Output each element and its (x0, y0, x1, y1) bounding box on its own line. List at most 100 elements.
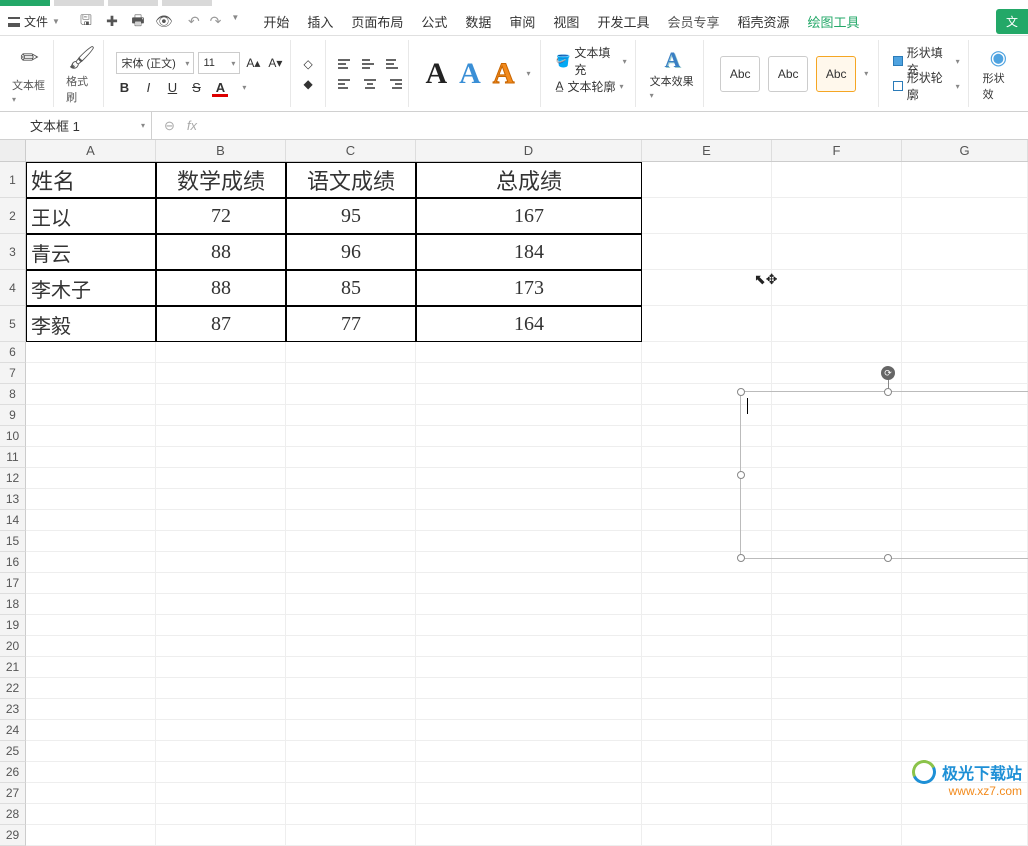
cell[interactable] (26, 489, 156, 510)
cell[interactable] (772, 678, 902, 699)
wordart-style-3[interactable]: A (493, 57, 515, 91)
cell[interactable]: 96 (286, 234, 416, 270)
row-header[interactable]: 12 (0, 468, 26, 489)
cell[interactable] (772, 741, 902, 762)
cell[interactable] (156, 594, 286, 615)
cell[interactable] (772, 657, 902, 678)
workbook-tab-active[interactable] (0, 0, 50, 6)
resize-handle-n[interactable] (884, 388, 892, 396)
cell[interactable] (416, 426, 642, 447)
preview-icon[interactable]: 👁 (156, 14, 172, 30)
spreadsheet-grid[interactable]: A B C D E F G 1姓名数学成绩语文成绩总成绩2王以72951673青… (0, 140, 1028, 846)
cell[interactable] (902, 270, 1028, 306)
cell[interactable] (902, 804, 1028, 825)
row-header[interactable]: 18 (0, 594, 26, 615)
cell[interactable] (156, 678, 286, 699)
cell[interactable] (902, 615, 1028, 636)
cell[interactable] (286, 741, 416, 762)
cell[interactable] (642, 270, 772, 306)
col-header[interactable]: D (416, 140, 642, 161)
cell[interactable] (772, 825, 902, 846)
cell[interactable] (642, 594, 772, 615)
row-header[interactable]: 4 (0, 270, 26, 306)
cell[interactable] (416, 699, 642, 720)
tab-dev[interactable]: 开发工具 (597, 12, 649, 31)
cell[interactable] (286, 510, 416, 531)
clear-icon[interactable]: ◆ (303, 77, 319, 91)
col-header[interactable]: F (772, 140, 902, 161)
tab-daoke[interactable]: 稻壳资源 (737, 12, 789, 31)
cell[interactable] (156, 342, 286, 363)
select-all-corner[interactable] (0, 140, 26, 161)
rotate-handle-icon[interactable]: ⟳ (881, 366, 895, 380)
cell[interactable] (416, 447, 642, 468)
cell[interactable]: 77 (286, 306, 416, 342)
shape-style-3[interactable]: Abc (816, 56, 856, 92)
cell[interactable] (416, 762, 642, 783)
cell[interactable] (772, 162, 902, 198)
cell[interactable] (286, 804, 416, 825)
cell[interactable] (772, 342, 902, 363)
cell[interactable] (642, 783, 772, 804)
resize-handle-w[interactable] (737, 471, 745, 479)
cell[interactable] (156, 741, 286, 762)
col-header[interactable]: C (286, 140, 416, 161)
cell[interactable] (642, 234, 772, 270)
wordart-style-1[interactable]: A (425, 57, 447, 91)
cell[interactable] (286, 594, 416, 615)
workbook-tab[interactable] (162, 0, 212, 6)
row-header[interactable]: 27 (0, 783, 26, 804)
cell[interactable] (156, 363, 286, 384)
resize-handle-nw[interactable] (737, 388, 745, 396)
row-header[interactable]: 28 (0, 804, 26, 825)
cell[interactable] (416, 489, 642, 510)
cell[interactable] (642, 306, 772, 342)
file-menu[interactable]: 文件 ▼ (0, 8, 68, 35)
cell[interactable] (902, 234, 1028, 270)
shape-style-1[interactable]: Abc (720, 56, 760, 92)
fx-icon[interactable]: fx (187, 118, 197, 133)
row-header[interactable]: 10 (0, 426, 26, 447)
row-header[interactable]: 9 (0, 405, 26, 426)
cell[interactable] (902, 636, 1028, 657)
cell[interactable] (772, 306, 902, 342)
tab-start[interactable]: 开始 (263, 12, 289, 31)
workbook-tab[interactable] (108, 0, 158, 6)
tab-review[interactable]: 审阅 (509, 12, 535, 31)
cell[interactable] (286, 678, 416, 699)
cell[interactable]: 语文成绩 (286, 162, 416, 198)
cancel-formula-icon[interactable]: ⊖ (164, 118, 175, 134)
row-header[interactable]: 1 (0, 162, 26, 198)
cell[interactable] (416, 342, 642, 363)
row-header[interactable]: 21 (0, 657, 26, 678)
cell[interactable] (156, 468, 286, 489)
cell[interactable] (642, 678, 772, 699)
print-icon[interactable]: 🖶 (130, 14, 146, 30)
cell[interactable] (772, 234, 902, 270)
workbook-tab[interactable] (54, 0, 104, 6)
cell[interactable] (156, 783, 286, 804)
row-header[interactable]: 24 (0, 720, 26, 741)
cell[interactable] (416, 783, 642, 804)
cell[interactable] (286, 573, 416, 594)
text-effect-button[interactable]: A 文本效果▾ (642, 40, 705, 107)
cell[interactable] (286, 783, 416, 804)
cell[interactable] (26, 405, 156, 426)
tab-insert[interactable]: 插入 (307, 12, 333, 31)
redo-icon[interactable]: ↷ (210, 13, 222, 30)
cell[interactable] (156, 426, 286, 447)
cell[interactable] (26, 804, 156, 825)
italic-button[interactable]: I (140, 80, 156, 95)
cell[interactable] (772, 270, 902, 306)
cell[interactable] (286, 405, 416, 426)
cell[interactable] (286, 489, 416, 510)
cell[interactable] (642, 720, 772, 741)
cell[interactable] (156, 825, 286, 846)
cell[interactable] (642, 699, 772, 720)
row-header[interactable]: 6 (0, 342, 26, 363)
cell[interactable] (26, 531, 156, 552)
cell[interactable] (772, 198, 902, 234)
name-box[interactable]: 文本框 1 (6, 116, 80, 135)
align-middle-icon[interactable] (362, 57, 378, 71)
cell[interactable] (416, 552, 642, 573)
